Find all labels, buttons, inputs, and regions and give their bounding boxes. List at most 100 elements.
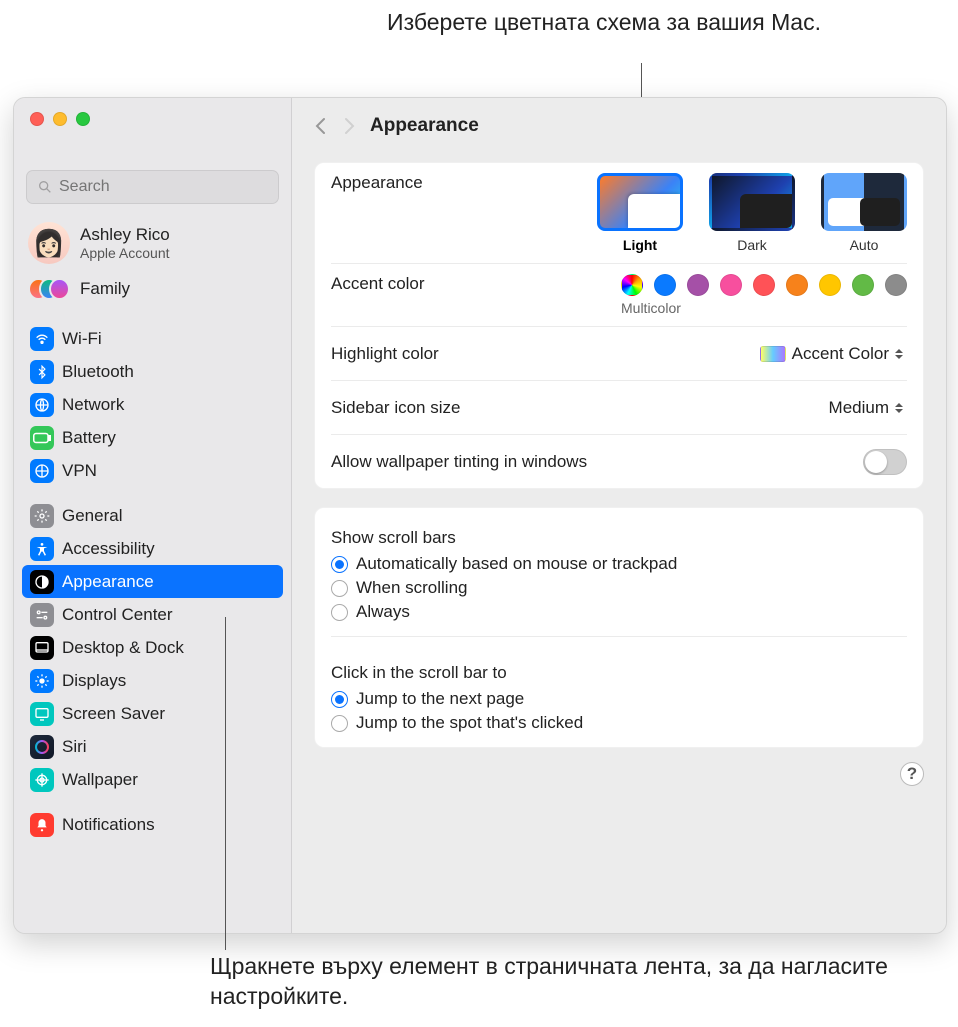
family-label: Family xyxy=(80,279,130,299)
sidebar-size-popup[interactable]: Medium xyxy=(821,396,907,420)
apple-account[interactable]: 👩🏻 Ashley Rico Apple Account xyxy=(14,216,291,272)
cc-icon xyxy=(30,603,54,627)
radio-button[interactable] xyxy=(331,556,348,573)
radio-label: Always xyxy=(356,602,410,622)
dock-icon xyxy=(30,636,54,660)
avatar: 👩🏻 xyxy=(28,222,70,264)
sidebar-item-general[interactable]: General xyxy=(22,499,283,532)
help-button[interactable]: ? xyxy=(900,762,924,786)
appearance-option-dark[interactable]: Dark xyxy=(709,173,795,253)
highlight-chip xyxy=(760,346,786,362)
sidebar-item-screen-saver[interactable]: Screen Saver xyxy=(22,697,283,730)
accent-swatch-pink[interactable] xyxy=(720,274,742,296)
accent-selected-label: Multicolor xyxy=(621,300,907,316)
scrollbars-title: Show scroll bars xyxy=(331,514,907,548)
sidebar-item-label: Screen Saver xyxy=(62,704,165,724)
settings-window: 👩🏻 Ashley Rico Apple Account Family Wi-F… xyxy=(13,97,947,934)
sidebar-item-label: Accessibility xyxy=(62,539,155,559)
wall-icon xyxy=(30,768,54,792)
scrollbars-options: Automatically based on mouse or trackpad… xyxy=(331,548,907,624)
accent-swatch-orange[interactable] xyxy=(786,274,808,296)
accent-swatch-purple[interactable] xyxy=(687,274,709,296)
scrollbars-option[interactable]: When scrolling xyxy=(331,576,907,600)
close-button[interactable] xyxy=(30,112,44,126)
search-field[interactable] xyxy=(26,170,279,204)
forward-button[interactable] xyxy=(344,117,356,135)
appearance-previews: Light Dark Auto xyxy=(597,173,907,253)
sidebar-item-control-center[interactable]: Control Center xyxy=(22,598,283,631)
tinting-label: Allow wallpaper tinting in windows xyxy=(331,452,587,472)
minimize-button[interactable] xyxy=(53,112,67,126)
accent-swatch-multi[interactable] xyxy=(621,274,643,296)
sidebar-item-battery[interactable]: Battery xyxy=(22,421,283,454)
sidebar-item-vpn[interactable]: VPN xyxy=(22,454,283,487)
highlight-label: Highlight color xyxy=(331,344,439,364)
account-name: Ashley Rico xyxy=(80,225,170,245)
sidebar-item-bluetooth[interactable]: Bluetooth xyxy=(22,355,283,388)
accent-swatch-yellow[interactable] xyxy=(819,274,841,296)
appear-icon xyxy=(30,570,54,594)
sidebar-item-appearance[interactable]: Appearance xyxy=(22,565,283,598)
highlight-value: Accent Color xyxy=(792,344,889,364)
appearance-option-label: Light xyxy=(597,237,683,253)
appearance-preview-thumb xyxy=(597,173,683,231)
tinting-switch[interactable] xyxy=(863,449,907,475)
sidebar-item-siri[interactable]: Siri xyxy=(22,730,283,763)
search-icon xyxy=(37,179,53,195)
sidebar-item-label: Control Center xyxy=(62,605,173,625)
accent-label: Accent color xyxy=(331,274,425,294)
page-title: Appearance xyxy=(370,115,479,137)
sidebar-item-label: Notifications xyxy=(62,815,155,835)
sidebar-item-network[interactable]: Network xyxy=(22,388,283,421)
callout-top: Изберете цветната схема за вашия Mac. xyxy=(330,8,878,37)
accent-swatch-gray[interactable] xyxy=(885,274,907,296)
appearance-label: Appearance xyxy=(331,173,423,193)
back-button[interactable] xyxy=(314,117,326,135)
radio-button[interactable] xyxy=(331,691,348,708)
sidebar-nav: Wi-Fi BluetoothNetworkBattery VPN General Ac… xyxy=(14,316,291,847)
account-sub: Apple Account xyxy=(80,245,170,261)
sidebar-item-displays[interactable]: Displays xyxy=(22,664,283,697)
appearance-option-auto[interactable]: Auto xyxy=(821,173,907,253)
sidebar-item-label: Desktop & Dock xyxy=(62,638,184,658)
sidebar-item-notifications[interactable]: Notifications xyxy=(22,808,283,841)
scrollbars-option[interactable]: Always xyxy=(331,600,907,624)
sidebar-item-wallpaper[interactable]: Wallpaper xyxy=(22,763,283,796)
search-input[interactable] xyxy=(53,178,268,196)
sidebar-item-label: Displays xyxy=(62,671,126,691)
callout-bottom: Щракнете върху елемент в страничната лен… xyxy=(210,952,918,1012)
click-scroll-option[interactable]: Jump to the spot that's clicked xyxy=(331,711,907,735)
family-icon xyxy=(28,276,70,302)
click-scroll-option[interactable]: Jump to the next page xyxy=(331,687,907,711)
highlight-popup[interactable]: Accent Color xyxy=(752,342,907,366)
radio-button[interactable] xyxy=(331,604,348,621)
sidebar-item-label: Wallpaper xyxy=(62,770,138,790)
appearance-option-light[interactable]: Light xyxy=(597,173,683,253)
family-row[interactable]: Family xyxy=(14,272,291,316)
sidebar-item-desktop-dock[interactable]: Desktop & Dock xyxy=(22,631,283,664)
sidebar-size-label: Sidebar icon size xyxy=(331,398,460,418)
accent-swatch-red[interactable] xyxy=(753,274,775,296)
scrollbars-option[interactable]: Automatically based on mouse or trackpad xyxy=(331,552,907,576)
batt-icon xyxy=(30,426,54,450)
radio-label: Jump to the spot that's clicked xyxy=(356,713,583,733)
sidebar-item-wi-fi[interactable]: Wi-Fi xyxy=(22,322,283,355)
accent-swatch-blue[interactable] xyxy=(654,274,676,296)
vpn-icon xyxy=(30,459,54,483)
accent-swatches xyxy=(621,274,907,296)
sidebar-item-label: Wi-Fi xyxy=(62,329,102,349)
radio-label: Jump to the next page xyxy=(356,689,524,709)
radio-button[interactable] xyxy=(331,580,348,597)
fullscreen-button[interactable] xyxy=(76,112,90,126)
appearance-preview-thumb xyxy=(709,173,795,231)
radio-button[interactable] xyxy=(331,715,348,732)
sidebar-item-label: VPN xyxy=(62,461,97,481)
chevron-updown-icon xyxy=(895,403,903,413)
click-scroll-options: Jump to the next page Jump to the spot th… xyxy=(331,683,907,735)
sidebar-item-accessibility[interactable]: Accessibility xyxy=(22,532,283,565)
notif-icon xyxy=(30,813,54,837)
radio-label: Automatically based on mouse or trackpad xyxy=(356,554,677,574)
accent-swatch-green[interactable] xyxy=(852,274,874,296)
sidebar-size-value: Medium xyxy=(829,398,889,418)
window-controls xyxy=(30,112,90,126)
